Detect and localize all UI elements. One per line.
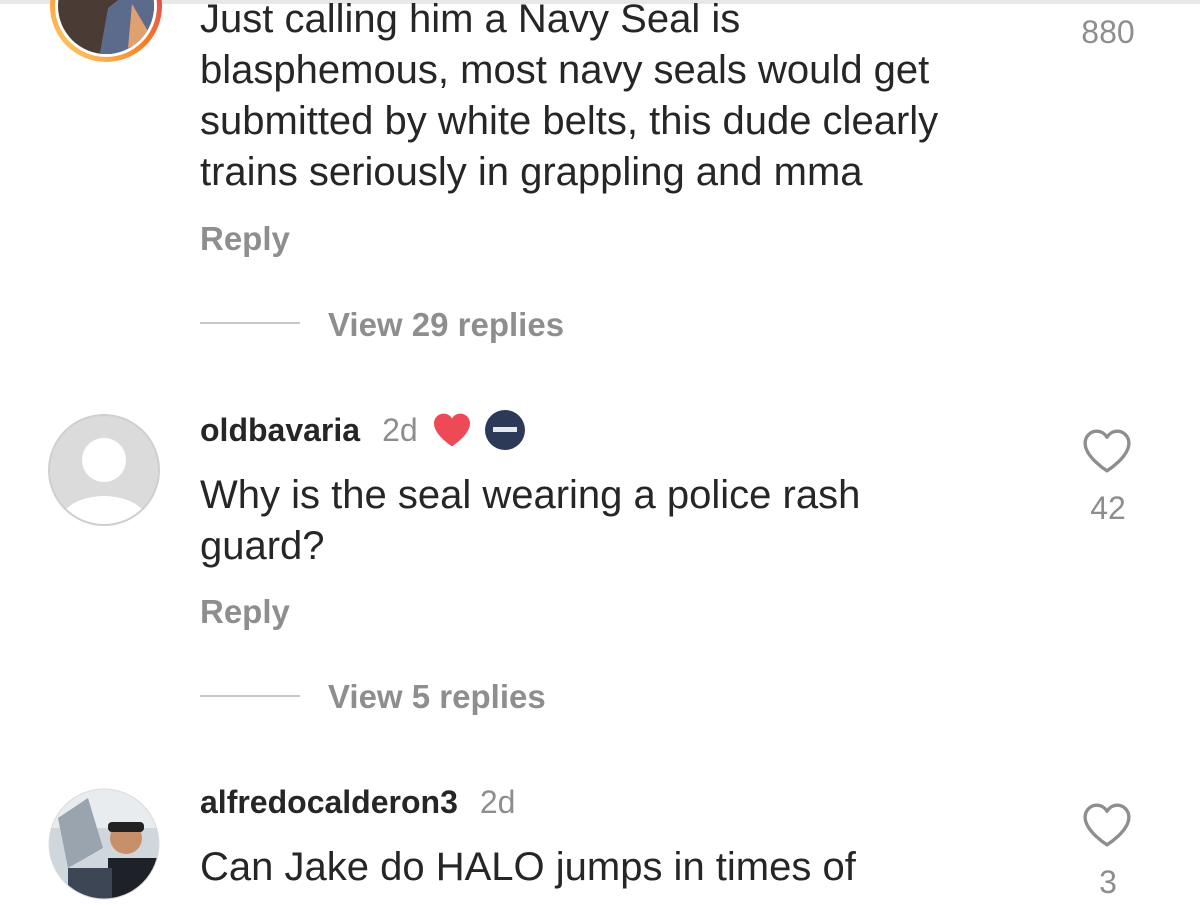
reply-button[interactable]: Reply [200,593,290,631]
comment-text-line: Can Jake do HALO jumps in times of [200,845,856,889]
creator-liked-heart-icon [432,412,472,448]
profile-photo-avatar-icon [48,788,160,900]
story-ring-avatar-icon [50,0,162,62]
replies-divider-line [200,695,300,697]
comment-time: 2d [382,411,418,448]
comment-1: Just calling him a Navy Seal is blasphem… [0,0,1200,350]
reply-button[interactable]: Reply [200,220,290,258]
comment-text-line: submitted by white belts, this dude clea… [200,99,939,143]
username[interactable]: oldbavaria [200,412,360,449]
like-heart-icon[interactable] [1082,428,1132,479]
username[interactable]: alfredocalderon3 [200,784,458,821]
comment-text-line: blasphemous, most navy seals would get [200,48,930,92]
comment-2: oldbavaria 2d Why is the seal wearing a … [0,390,1200,730]
like-count: 880 [1081,14,1135,50]
like-count: 42 [1090,490,1126,526]
comment-text-line: Just calling him a Navy Seal is [200,0,741,41]
like-heart-icon[interactable] [1082,802,1132,853]
like-count: 3 [1099,864,1117,900]
view-replies-button[interactable]: View 5 replies [328,678,546,716]
default-avatar-icon [48,414,160,526]
comment-3: alfredocalderon3 2d Can Jake do HALO jum… [0,770,1200,900]
comment-text-line: Why is the seal wearing a police rash [200,473,861,517]
avatar-comment-1[interactable] [48,0,164,64]
avatar-comment-2[interactable] [48,414,160,526]
avatar-comment-3[interactable] [48,788,160,900]
replies-divider-line [200,322,300,324]
comment-text-line: trains seriously in grappling and mma [200,150,863,194]
comment-text-line: guard? [200,524,325,568]
view-replies-button[interactable]: View 29 replies [328,306,564,344]
creator-avatar-icon [484,409,526,451]
comment-time: 2d [479,783,516,820]
